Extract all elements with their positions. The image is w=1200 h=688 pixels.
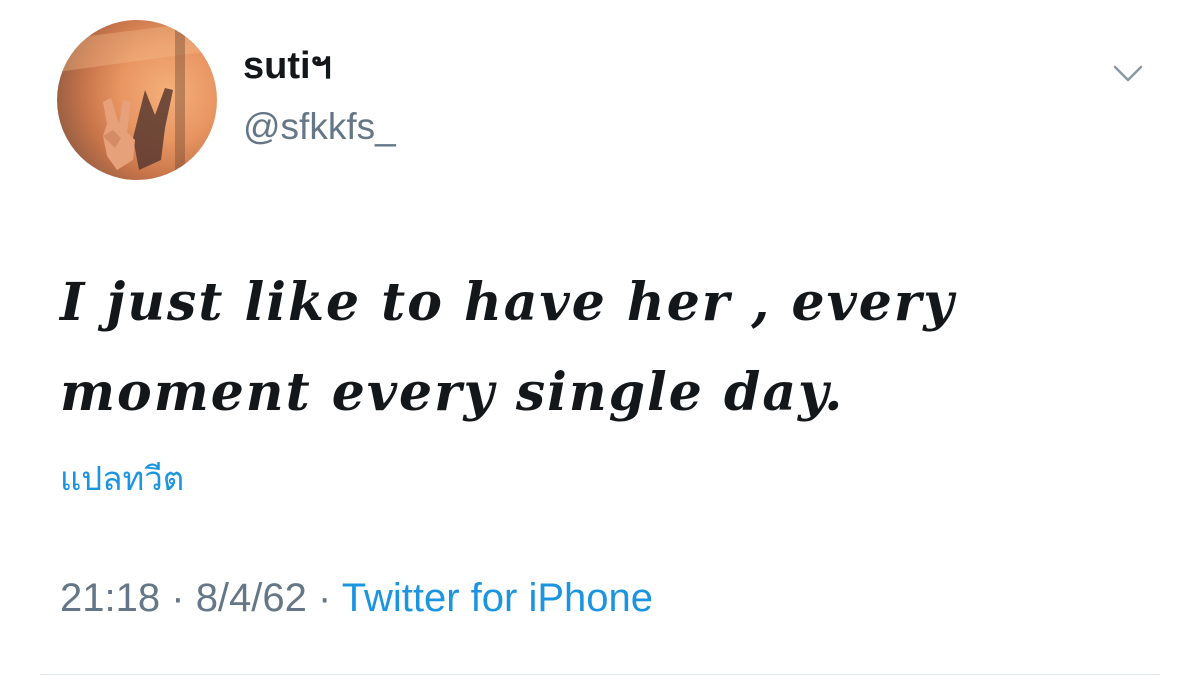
separator: · (171, 576, 185, 620)
tweet-time: 21:18 (60, 576, 161, 620)
avatar-image (57, 20, 217, 180)
user-handle[interactable]: @sfkkfs_ (243, 108, 396, 145)
divider (40, 674, 1160, 675)
display-name[interactable]: sutiฯ (243, 47, 332, 85)
tweet-source-link[interactable]: Twitter for iPhone (342, 576, 653, 620)
chevron-down-icon[interactable] (1112, 62, 1144, 86)
tweet-date: 8/4/62 (195, 576, 307, 620)
tweet-card: sutiฯ @sfkkfs_ I just like to have her ,… (0, 0, 1200, 688)
separator: · (318, 576, 332, 620)
tweet-text: I just like to have her , every moment e… (60, 272, 956, 423)
avatar[interactable] (57, 20, 217, 180)
translate-tweet-link[interactable]: แปลทวีต (60, 462, 184, 495)
tweet-metadata: 21:18 · 8/4/62 · Twitter for iPhone (60, 578, 653, 618)
